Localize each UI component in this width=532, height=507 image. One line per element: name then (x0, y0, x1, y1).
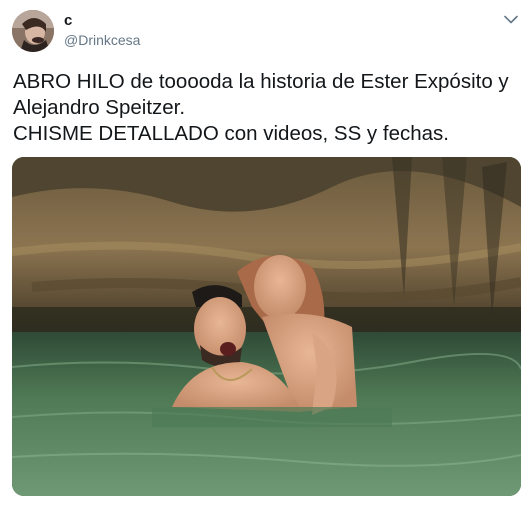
tweet-card: c @Drinkcesa ABRO HILO de tooooda la his… (0, 0, 532, 507)
photo-scene (12, 157, 521, 496)
tweet-line: Alejandro Speitzer. (13, 96, 186, 119)
tweet-text: ABRO HILO de tooooda la historia de Este… (13, 69, 518, 147)
tweet-line: CHISME DETALLADO con videos, SS y fechas… (13, 122, 449, 145)
avatar-image (12, 10, 54, 52)
chevron-down-icon[interactable] (500, 8, 522, 30)
tweet-photo[interactable] (12, 157, 521, 496)
tweet-line: ABRO HILO de tooooda la historia de Este… (13, 70, 509, 93)
display-name[interactable]: c (64, 12, 72, 29)
avatar[interactable] (12, 10, 54, 52)
user-handle[interactable]: @Drinkcesa (64, 32, 140, 48)
